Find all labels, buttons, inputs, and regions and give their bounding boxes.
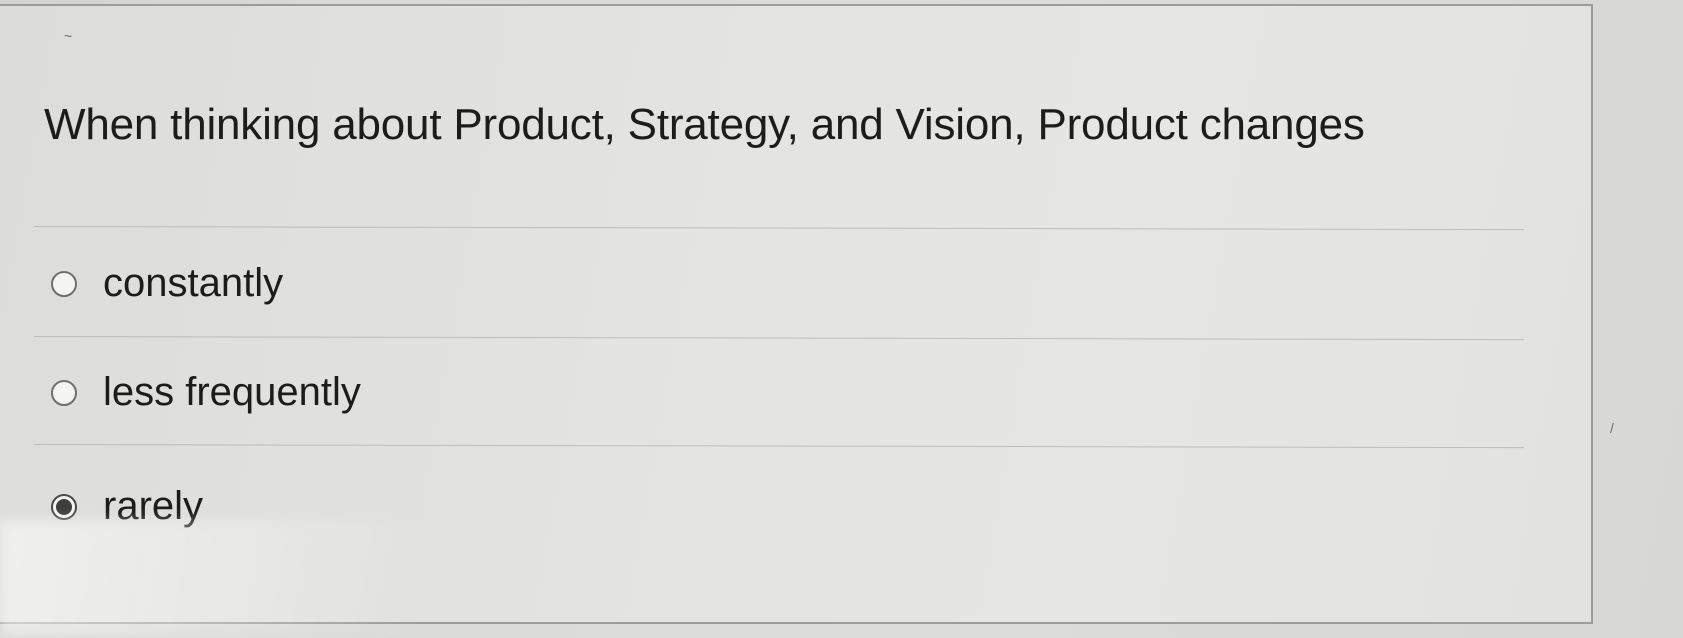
option-rarely[interactable]: rarely bbox=[51, 484, 203, 529]
scratch-mark-icon: ~ bbox=[64, 28, 73, 44]
option-label: constantly bbox=[103, 261, 284, 305]
option-label: rarely bbox=[103, 484, 204, 528]
question-text: When thinking about Product, Strategy, a… bbox=[44, 100, 1365, 149]
question-panel: When thinking about Product, Strategy, a… bbox=[0, 4, 1593, 624]
radio-button[interactable] bbox=[51, 270, 77, 297]
option-label: less frequently bbox=[103, 370, 361, 414]
divider bbox=[33, 336, 1524, 341]
divider bbox=[33, 444, 1524, 449]
radio-dot-icon bbox=[56, 498, 72, 515]
divider bbox=[33, 226, 1524, 231]
radio-button[interactable] bbox=[51, 379, 77, 406]
scratch-mark-icon: / bbox=[1610, 420, 1614, 436]
option-constantly[interactable]: constantly bbox=[51, 261, 283, 306]
radio-button-selected[interactable] bbox=[51, 493, 77, 520]
option-less-frequently[interactable]: less frequently bbox=[51, 370, 361, 415]
